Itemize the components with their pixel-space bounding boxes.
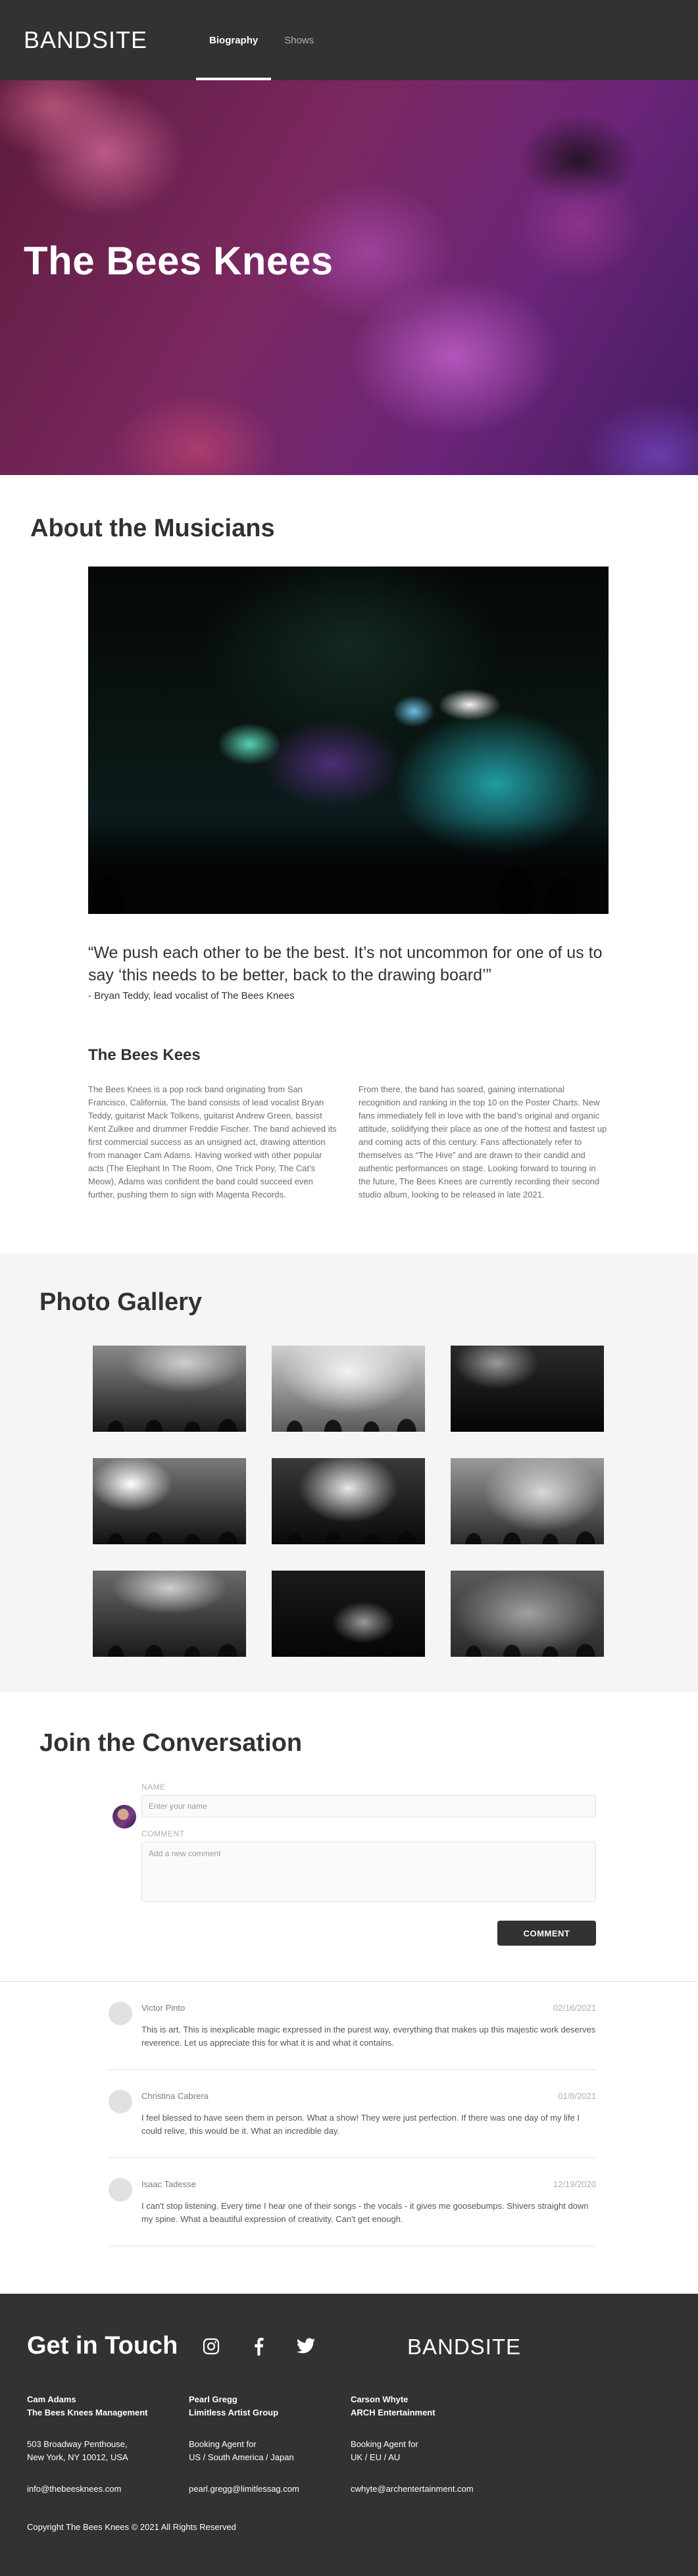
gallery-photo[interactable] bbox=[272, 1571, 425, 1657]
gallery-grid bbox=[93, 1346, 605, 1657]
gallery-photo[interactable] bbox=[451, 1346, 604, 1432]
contact-list: Cam Adams The Bees Knees Management 503 … bbox=[27, 2393, 698, 2496]
gallery-title: Photo Gallery bbox=[39, 1288, 203, 1316]
contact-card: Cam Adams The Bees Knees Management 503 … bbox=[27, 2393, 189, 2496]
contact-card: Pearl Gregg Limitless Artist Group Booki… bbox=[189, 2393, 351, 2496]
gallery-photo[interactable] bbox=[272, 1458, 425, 1544]
comment-text: I can't stop listening. Every time I hea… bbox=[141, 2201, 589, 2224]
contact-org: The Bees Knees Management bbox=[27, 2408, 148, 2417]
contact-email[interactable]: cwhyte@archentertainment.com bbox=[351, 2483, 512, 2496]
gallery-photo[interactable] bbox=[93, 1458, 246, 1544]
comment-item: Christina Cabrera 01/8/2021 I feel bless… bbox=[109, 2070, 596, 2158]
band-quote: “We push each other to be the best. It’s… bbox=[88, 942, 609, 1001]
gallery-photo[interactable] bbox=[272, 1346, 425, 1432]
hero-banner: The Bees Knees bbox=[0, 80, 698, 475]
gallery-photo[interactable] bbox=[93, 1571, 246, 1657]
name-label: NAME bbox=[141, 1782, 166, 1792]
contact-name: Carson Whyte bbox=[351, 2394, 409, 2404]
contact-org: ARCH Entertainment bbox=[351, 2408, 436, 2417]
quote-text: “We push each other to be the best. It’s… bbox=[88, 944, 603, 984]
contact-name: Pearl Gregg bbox=[189, 2394, 237, 2404]
comment-form: NAME Enter your name COMMENT Add a new c… bbox=[112, 1782, 596, 1946]
avatar bbox=[109, 2178, 132, 2202]
nav-link-biography[interactable]: Biography bbox=[196, 0, 272, 80]
footer-title: Get in Touch bbox=[27, 2332, 178, 2360]
conversation-section: Join the Conversation NAME Enter your na… bbox=[0, 1692, 698, 2266]
nav-link-shows[interactable]: Shows bbox=[271, 0, 327, 80]
contact-org: Limitless Artist Group bbox=[189, 2408, 279, 2417]
photo-gallery: Photo Gallery bbox=[0, 1254, 698, 1692]
top-nav: BANDSITE Biography Shows bbox=[0, 0, 698, 80]
contact-email[interactable]: pearl.gregg@limitlessag.com bbox=[189, 2483, 351, 2496]
comment-item: Isaac Tadesse 12/19/2020 I can't stop li… bbox=[109, 2158, 596, 2246]
name-input[interactable]: Enter your name bbox=[141, 1795, 596, 1817]
comment-item: Victor Pinto 02/16/2021 This is art. Thi… bbox=[109, 1982, 596, 2070]
comment-textarea[interactable]: Add a new comment bbox=[141, 1842, 596, 1902]
comment-text: I feel blessed to have seen them in pers… bbox=[141, 2113, 580, 2136]
footer-logo[interactable]: BANDSITE bbox=[407, 2335, 521, 2360]
bio-paragraph-right: From there, the band has soared, gaining… bbox=[359, 1084, 607, 1200]
comment-author: Victor Pinto bbox=[141, 2003, 186, 2013]
instagram-icon[interactable] bbox=[201, 2336, 221, 2356]
bio-title: The Bees Kees bbox=[88, 1046, 201, 1064]
concert-image bbox=[88, 567, 609, 914]
contact-name: Cam Adams bbox=[27, 2394, 76, 2404]
comment-list: Victor Pinto 02/16/2021 This is art. Thi… bbox=[109, 1982, 596, 2246]
twitter-icon[interactable] bbox=[296, 2336, 316, 2356]
comment-button[interactable]: COMMENT bbox=[497, 1921, 596, 1946]
facebook-icon[interactable] bbox=[249, 2336, 268, 2356]
contact-email[interactable]: info@thebeesknees.com bbox=[27, 2483, 189, 2496]
contact-line: US / South America / Japan bbox=[189, 2452, 294, 2462]
contact-line: UK / EU / AU bbox=[351, 2452, 401, 2462]
comment-author: Christina Cabrera bbox=[141, 2091, 209, 2101]
avatar bbox=[109, 2002, 132, 2025]
comment-date: 12/19/2020 bbox=[553, 2179, 596, 2189]
hero-title: The Bees Knees bbox=[24, 239, 334, 283]
gallery-photo[interactable] bbox=[451, 1571, 604, 1657]
contact-line: Booking Agent for bbox=[351, 2439, 418, 2449]
comment-label: COMMENT bbox=[141, 1829, 185, 1838]
quote-author: - Bryan Teddy, lead vocalist of The Bees… bbox=[88, 990, 295, 1001]
site-footer: Get in Touch BANDSITE Cam Adams The Bees… bbox=[0, 2294, 698, 2576]
bio-paragraph-left: The Bees Knees is a pop rock band origin… bbox=[88, 1084, 337, 1200]
gallery-photo[interactable] bbox=[451, 1458, 604, 1544]
band-bio: The Bees Kees The Bees Knees is a pop ro… bbox=[88, 1046, 609, 1201]
comment-author: Isaac Tadesse bbox=[141, 2179, 196, 2189]
avatar bbox=[109, 2090, 132, 2113]
gallery-photo[interactable] bbox=[93, 1346, 246, 1432]
comment-text: This is art. This is inexplicable magic … bbox=[141, 2025, 596, 2048]
contact-line: 503 Broadway Penthouse, bbox=[27, 2439, 128, 2449]
comment-date: 01/8/2021 bbox=[558, 2091, 596, 2101]
contact-line: Booking Agent for bbox=[189, 2439, 257, 2449]
site-logo[interactable]: BANDSITE bbox=[24, 0, 147, 80]
about-section: About the Musicians “We push each other … bbox=[0, 475, 698, 1228]
comment-date: 02/16/2021 bbox=[553, 2003, 596, 2013]
contact-card: Carson Whyte ARCH Entertainment Booking … bbox=[351, 2393, 512, 2496]
contact-line: New York, NY 10012, USA bbox=[27, 2452, 128, 2462]
about-title: About the Musicians bbox=[30, 515, 275, 542]
copyright: Copyright The Bees Knees © 2021 All Righ… bbox=[27, 2522, 236, 2532]
conversation-title: Join the Conversation bbox=[39, 1729, 303, 1757]
social-links bbox=[201, 2336, 343, 2356]
avatar bbox=[112, 1805, 136, 1829]
